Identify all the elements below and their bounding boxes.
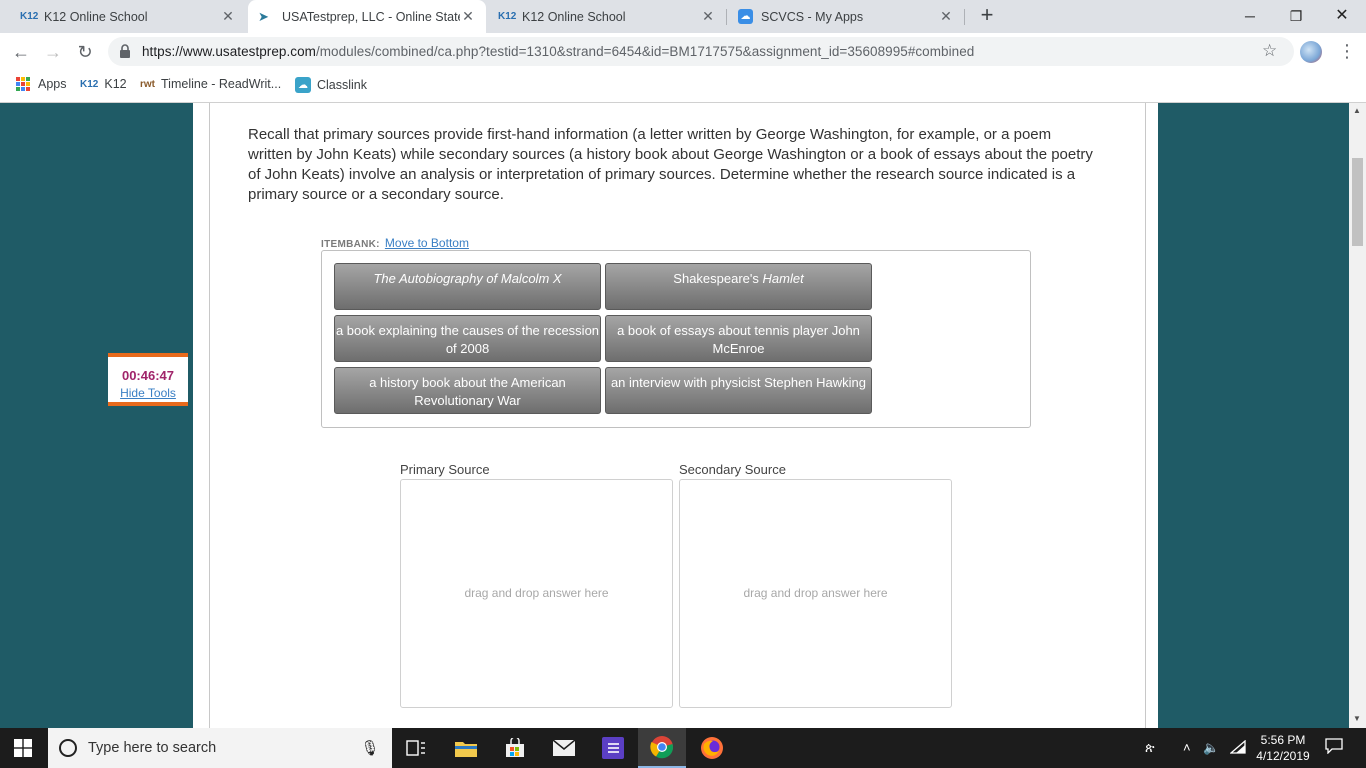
tab-scvcs[interactable]: ☁ SCVCS - My Apps ✕	[728, 0, 964, 33]
bookmark-classlink[interactable]: ☁ Classlink	[295, 77, 367, 93]
mail-icon[interactable]	[540, 728, 588, 768]
tab-title: K12 Online School	[522, 9, 626, 24]
url-text: https://www.usatestprep.com/modules/comb…	[142, 44, 975, 59]
profile-avatar[interactable]	[1300, 41, 1322, 63]
tab-separator	[964, 9, 965, 25]
tab-title: SCVCS - My Apps	[761, 9, 864, 24]
k12-logo-icon: K12	[80, 78, 99, 90]
dropzone-hint: drag and drop answer here	[464, 586, 609, 600]
minimize-icon[interactable]: ─	[1227, 4, 1273, 28]
scroll-down-arrow-icon[interactable]: ▼	[1353, 714, 1361, 723]
cloud-favicon-icon: ☁	[738, 9, 753, 24]
drag-item-recession-book[interactable]: a book explaining the causes of the rece…	[334, 315, 601, 362]
timer-time: 00:46:47	[121, 368, 175, 383]
secondary-source-dropzone[interactable]: drag and drop answer here	[679, 479, 952, 708]
tab-strip: K12 K12 Online School ✕ ➤ USATestprep, L…	[0, 0, 1366, 33]
k12-favicon-icon: K12	[20, 11, 39, 22]
bookmark-apps[interactable]: Apps	[16, 77, 67, 91]
bookmark-timeline[interactable]: rwt Timeline - ReadWrit...	[140, 77, 281, 91]
scroll-up-arrow-icon[interactable]: ▲	[1353, 106, 1361, 115]
close-tab-icon[interactable]: ✕	[700, 8, 716, 25]
close-tab-icon[interactable]: ✕	[460, 8, 476, 25]
drag-item-tennis-essays[interactable]: a book of essays about tennis player Joh…	[605, 315, 872, 362]
dropzone-hint: drag and drop answer here	[743, 586, 888, 600]
chrome-icon[interactable]	[638, 728, 686, 768]
firefox-icon[interactable]	[688, 728, 736, 768]
primary-source-label: Primary Source	[400, 462, 490, 477]
tab-k12-2[interactable]: K12 K12 Online School ✕	[488, 0, 726, 33]
tab-title: USATestprep, LLC - Online State-	[282, 9, 460, 24]
people-icon[interactable]: ጵ	[1145, 740, 1155, 756]
page-scrollbar[interactable]: ▲ ▼	[1349, 103, 1366, 728]
bookmark-k12[interactable]: K12 K12	[80, 77, 127, 91]
taskbar-clock[interactable]: 5:56 PM 4/12/2019	[1253, 732, 1313, 764]
drag-item-history-book[interactable]: a history book about the American Revolu…	[334, 367, 601, 414]
wifi-icon[interactable]	[1229, 739, 1246, 757]
itembank: The Autobiography of Malcolm X Shakespea…	[321, 250, 1031, 428]
cortana-circle-icon	[59, 739, 77, 757]
browser-menu-icon[interactable]: ⋮	[1338, 40, 1356, 62]
reload-icon[interactable]: ↻	[74, 41, 96, 63]
store-icon[interactable]	[491, 728, 539, 768]
close-tab-icon[interactable]: ✕	[938, 8, 954, 25]
apps-grid-icon	[16, 77, 30, 91]
lock-icon	[120, 44, 130, 58]
timer-widget: 00:46:47 Hide Tools	[108, 353, 188, 406]
itembank-header: ITEMBANK: Move to Bottom	[321, 236, 469, 250]
notifications-icon[interactable]	[1325, 738, 1343, 757]
browser-toolbar: ← → ↻ https://www.usatestprep.com/module…	[0, 33, 1366, 70]
bookmark-star-icon[interactable]: ☆	[1262, 41, 1277, 61]
scroll-thumb[interactable]	[1352, 158, 1363, 246]
taskbar-search-input[interactable]: Type here to search 🎙	[48, 728, 392, 768]
back-arrow-icon[interactable]: ←	[10, 41, 32, 63]
rwt-logo-icon: rwt	[140, 78, 155, 90]
tab-k12-1[interactable]: K12 K12 Online School ✕	[10, 0, 246, 33]
microphone-icon[interactable]: 🎙	[358, 739, 382, 757]
question-prompt: Recall that primary sources provide firs…	[248, 126, 1093, 203]
close-tab-icon[interactable]: ✕	[220, 8, 236, 25]
drag-item-hawking-interview[interactable]: an interview with physicist Stephen Hawk…	[605, 367, 872, 414]
volume-icon[interactable]: 🔈	[1203, 740, 1219, 756]
tab-title: K12 Online School	[44, 9, 148, 24]
secondary-source-label: Secondary Source	[679, 462, 786, 477]
windows-start-icon[interactable]	[14, 739, 32, 757]
restore-icon[interactable]: ❐	[1273, 4, 1319, 28]
move-to-bottom-link[interactable]: Move to Bottom	[385, 236, 469, 250]
tab-separator	[726, 9, 727, 25]
drag-item-autobiography[interactable]: The Autobiography of Malcolm X	[334, 263, 601, 310]
address-bar[interactable]: https://www.usatestprep.com/modules/comb…	[108, 37, 1294, 66]
task-view-icon[interactable]	[392, 728, 440, 768]
close-window-icon[interactable]: ✕	[1319, 4, 1365, 28]
drag-item-hamlet[interactable]: Shakespeare's Hamlet	[605, 263, 872, 310]
new-tab-plus-icon[interactable]: +	[976, 4, 998, 27]
k12-favicon-icon: K12	[498, 11, 517, 22]
hide-tools-link[interactable]: Hide Tools	[108, 386, 188, 400]
cursor-favicon-icon: ➤	[258, 8, 269, 24]
tab-usatestprep[interactable]: ➤ USATestprep, LLC - Online State- ✕	[248, 0, 486, 33]
onenote-list-icon[interactable]	[589, 728, 637, 768]
file-explorer-icon[interactable]	[442, 728, 490, 768]
page-content: Recall that primary sources provide firs…	[193, 103, 1158, 728]
bookmarks-bar: Apps K12 K12 rwt Timeline - ReadWrit... …	[0, 70, 1366, 103]
forward-arrow-icon[interactable]: →	[42, 41, 64, 63]
classlink-icon: ☁	[295, 77, 311, 93]
tray-chevron-up-icon[interactable]: ˄	[1183, 740, 1191, 755]
primary-source-dropzone[interactable]: drag and drop answer here	[400, 479, 673, 708]
windows-taskbar: Type here to search 🎙 ጵ ˄ 🔈 5:56 PM 4/12…	[0, 728, 1366, 768]
